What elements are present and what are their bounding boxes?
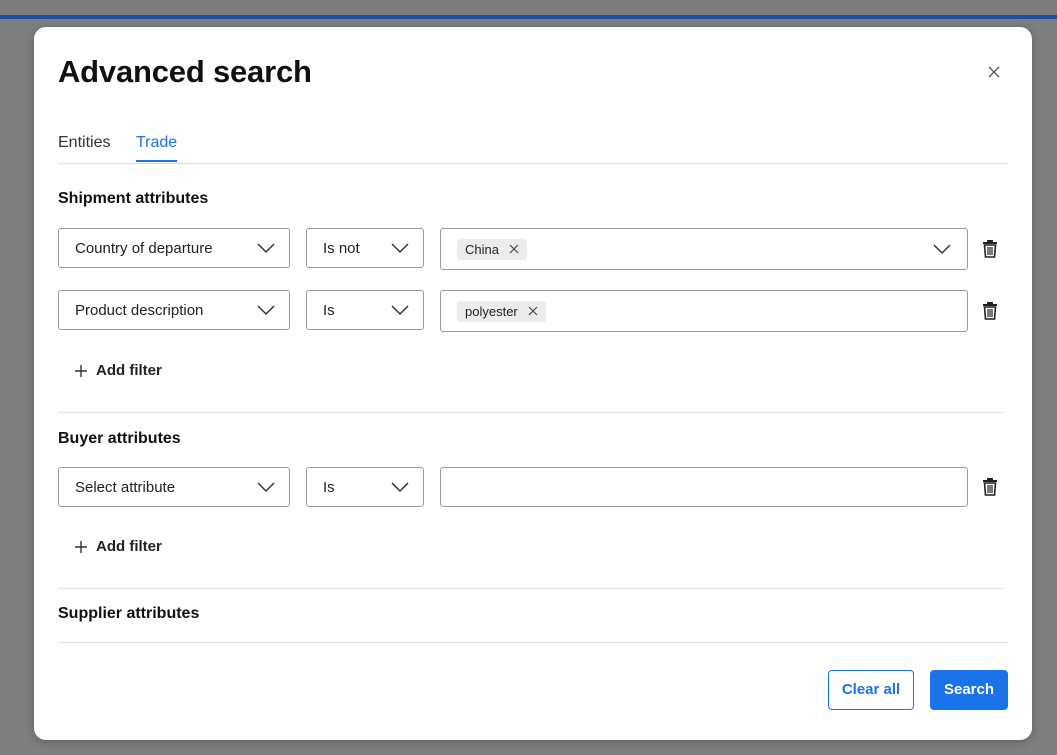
chevron-down-icon [391,243,409,254]
chevron-down-icon [391,305,409,316]
chip-remove-icon[interactable] [528,306,538,316]
chip-remove-icon[interactable] [509,244,519,254]
trash-icon [983,478,997,496]
buyer-filter-1-attribute-select[interactable]: Select attribute [58,467,290,507]
advanced-search-modal: Advanced search Entities Trade Shipment … [34,27,1032,740]
chevron-down-icon [391,482,409,493]
modal-title: Advanced search [58,54,312,89]
footer-divider [58,642,1008,643]
select-value: Is not [323,240,360,257]
shipment-filter-2-attribute-select[interactable]: Product description [58,290,290,330]
buyer-filter-1-value-input[interactable] [440,467,968,507]
chevron-down-icon [257,305,275,316]
shipment-attributes-title: Shipment attributes [58,190,209,207]
tab-trade[interactable]: Trade [136,134,178,162]
select-value: Country of departure [75,240,213,257]
delete-filter-button[interactable] [982,302,998,320]
section-divider [58,412,1004,413]
select-value: Is [323,479,335,496]
clear-all-button[interactable]: Clear all [828,670,914,710]
tab-bar: Entities Trade [58,134,1008,164]
shipment-add-filter-button[interactable]: Add filter [74,360,162,382]
chevron-down-icon [257,482,275,493]
add-filter-label: Add filter [96,362,162,379]
trash-icon [983,240,997,258]
select-value: Select attribute [75,479,176,496]
value-chip: polyester [457,301,546,322]
shipment-filter-1-attribute-select[interactable]: Country of departure [58,228,290,268]
trash-icon [983,302,997,320]
buyer-attributes-title: Buyer attributes [58,430,181,447]
tab-entities[interactable]: Entities [58,134,110,160]
delete-filter-button[interactable] [982,478,998,496]
shipment-filter-1-operator-select[interactable]: Is not [306,228,424,268]
background-header-stripe [0,0,1057,19]
value-chip: China [457,239,527,260]
buyer-add-filter-button[interactable]: Add filter [74,536,162,558]
supplier-attributes-title[interactable]: Supplier attributes [58,605,199,623]
plus-icon [75,541,87,553]
close-icon [988,66,1000,78]
select-value: Is [323,302,335,319]
shipment-filter-1-value-multiselect[interactable]: China [440,228,968,270]
chevron-down-icon[interactable] [933,242,951,256]
delete-filter-button[interactable] [982,240,998,258]
search-button[interactable]: Search [930,670,1008,710]
chevron-down-icon [257,243,275,254]
close-button[interactable] [984,62,1004,82]
buyer-filter-1-operator-select[interactable]: Is [306,467,424,507]
add-filter-label: Add filter [96,538,162,555]
section-divider [58,588,1004,589]
shipment-filter-2-value-input[interactable]: polyester [440,290,968,332]
chip-label: China [465,242,499,257]
shipment-filter-2-operator-select[interactable]: Is [306,290,424,330]
plus-icon [75,365,87,377]
chip-label: polyester [465,304,518,319]
select-value: Product description [75,302,204,319]
